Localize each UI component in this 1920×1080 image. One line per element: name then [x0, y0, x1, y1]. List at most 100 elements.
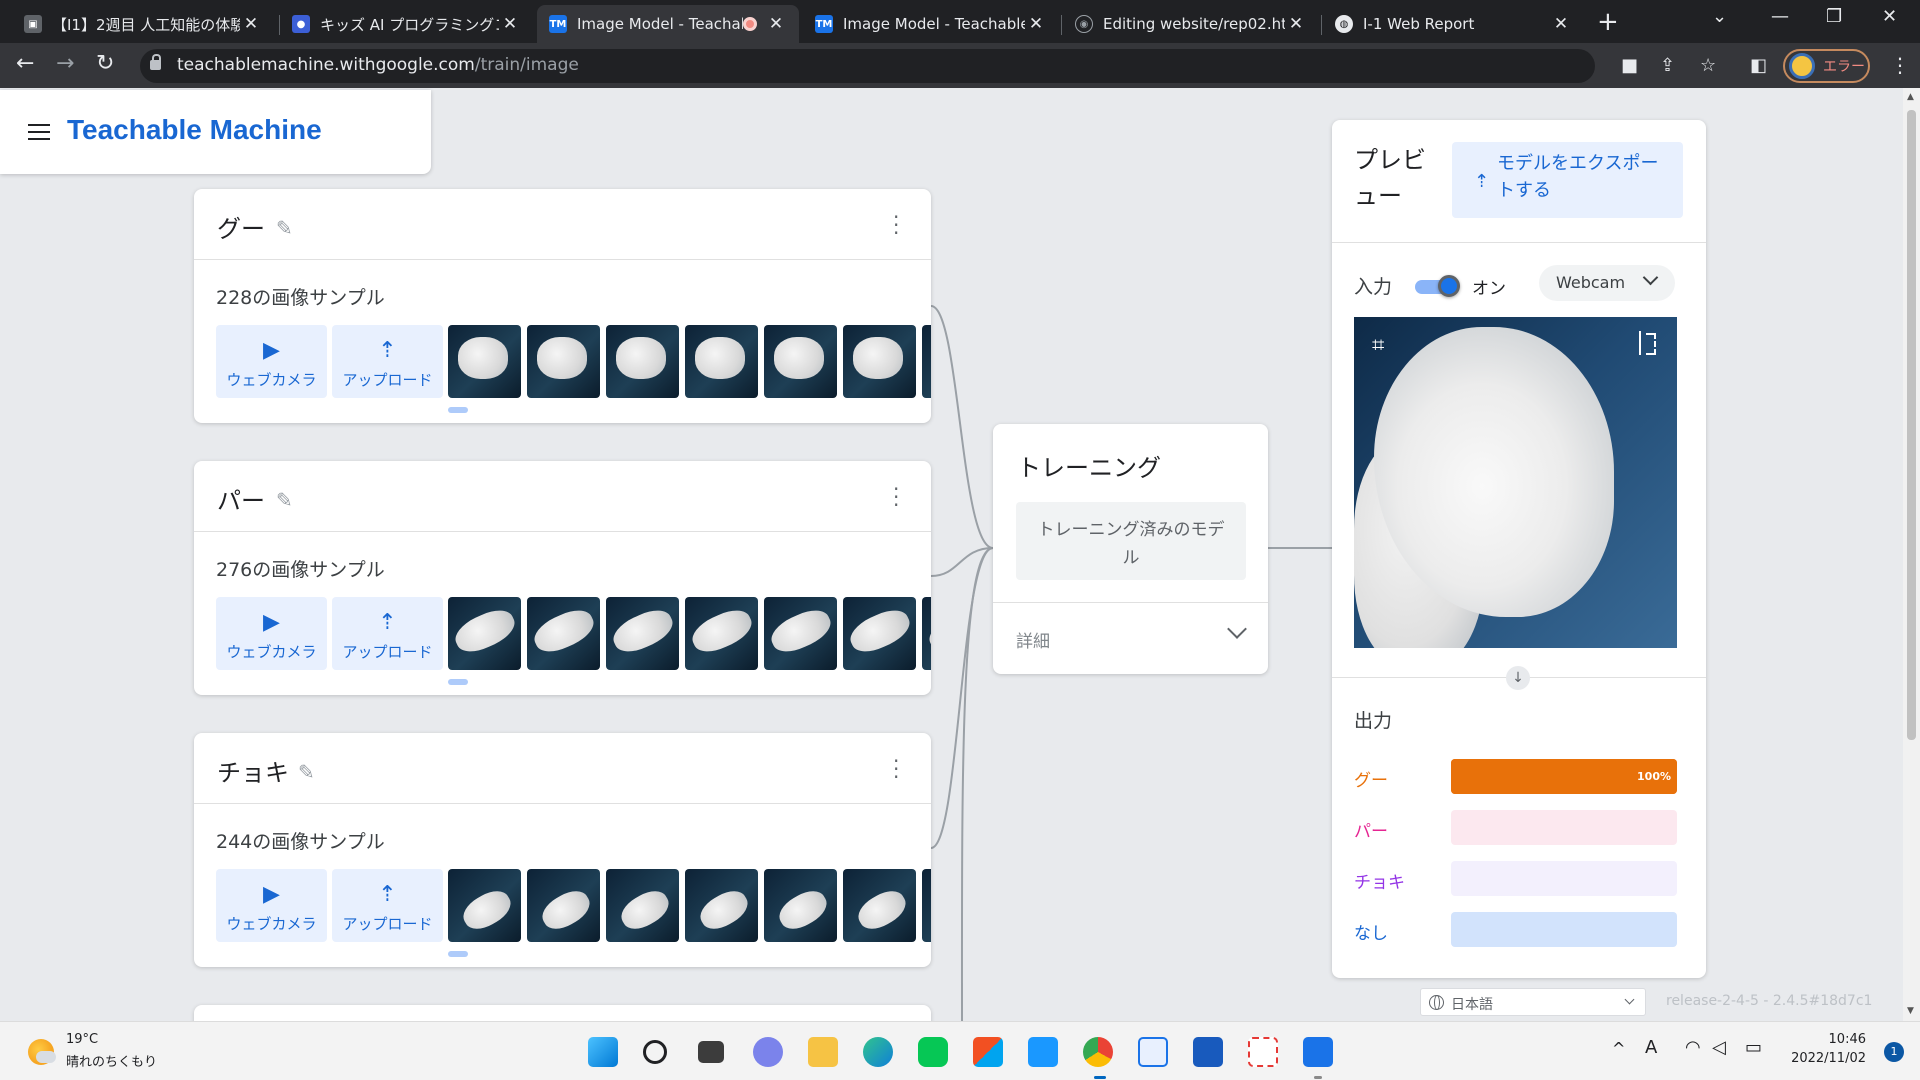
snipping-tool-icon[interactable] — [1248, 1037, 1278, 1067]
weather-icon[interactable] — [28, 1039, 56, 1065]
bookmark-star-icon[interactable]: ☆ — [1700, 55, 1716, 76]
pencil-icon[interactable]: ✎ — [298, 760, 320, 784]
more-vert-icon[interactable]: · · · — [893, 751, 899, 787]
lock-icon[interactable] — [150, 54, 161, 70]
clock-date[interactable]: 2022/11/02 — [1782, 1051, 1866, 1066]
sample-image[interactable] — [843, 325, 916, 398]
flip-icon[interactable] — [1639, 331, 1659, 355]
sample-image[interactable] — [922, 597, 931, 670]
scroll-up-icon[interactable]: ▲ — [1907, 92, 1914, 102]
sample-image[interactable] — [922, 325, 931, 398]
forward-icon[interactable]: → — [56, 51, 74, 76]
camera-in-use-icon[interactable]: ■ — [1621, 55, 1638, 76]
thumbnail-scroll-indicator[interactable] — [448, 407, 468, 413]
sample-image[interactable] — [527, 597, 600, 670]
more-vert-icon[interactable]: · · · — [893, 207, 899, 243]
page-scrollbar[interactable]: ▲ ▼ — [1903, 88, 1920, 1021]
profile-button[interactable]: エラー — [1783, 49, 1870, 83]
close-icon[interactable]: ✕ — [1285, 14, 1307, 34]
export-model-button[interactable]: ⇡ モデルをエクスポートする — [1452, 142, 1683, 218]
webcam-button[interactable]: ▶︎ ウェブカメラ — [216, 597, 327, 670]
restore-icon[interactable]: ❐ — [1826, 6, 1842, 27]
ime-icon[interactable]: A — [1645, 1037, 1657, 1058]
thumbnail-scroll-indicator[interactable] — [448, 951, 468, 957]
webcam-button[interactable]: ▶︎ ウェブカメラ — [216, 869, 327, 942]
sample-image[interactable] — [922, 869, 931, 942]
sample-image[interactable] — [606, 325, 679, 398]
speaker-muted-icon[interactable]: ◁ — [1712, 1037, 1726, 1058]
browser-menu-icon[interactable]: ⋮ — [1890, 53, 1910, 77]
reload-icon[interactable]: ↻ — [96, 51, 114, 76]
sample-image[interactable] — [527, 869, 600, 942]
sample-image[interactable] — [606, 597, 679, 670]
app-icon[interactable] — [1303, 1037, 1333, 1067]
app-title[interactable]: Teachable Machine — [67, 114, 322, 146]
sample-image[interactable] — [527, 325, 600, 398]
close-window-icon[interactable]: ✕ — [1882, 6, 1897, 27]
temperature[interactable]: 19°C — [66, 1032, 98, 1047]
language-select[interactable]: 日本語 — [1420, 988, 1646, 1016]
scroll-down-icon[interactable]: ▼ — [1907, 1006, 1914, 1016]
chevron-down-icon[interactable] — [1227, 619, 1247, 639]
class-name[interactable]: パー — [217, 481, 265, 516]
clock-time[interactable]: 10:46 — [1810, 1032, 1866, 1047]
battery-icon[interactable]: ▭ — [1745, 1037, 1762, 1058]
back-icon[interactable]: ← — [16, 51, 34, 76]
sample-image[interactable] — [448, 597, 521, 670]
sample-image[interactable] — [685, 597, 758, 670]
notification-badge[interactable]: 1 — [1884, 1042, 1904, 1062]
close-icon[interactable]: ✕ — [1550, 14, 1572, 34]
close-icon[interactable]: ✕ — [240, 14, 262, 34]
sample-image[interactable] — [843, 869, 916, 942]
search-icon[interactable] — [643, 1040, 667, 1064]
store-icon[interactable] — [973, 1037, 1003, 1067]
pencil-icon[interactable]: ✎ — [276, 488, 298, 512]
sample-image[interactable] — [448, 869, 521, 942]
side-panel-icon[interactable]: ◧ — [1750, 55, 1767, 76]
webcam-button[interactable]: ▶︎ ウェブカメラ — [216, 325, 327, 398]
browser-tab[interactable]: ● キッズ AI プログラミングコンテスト ✕ — [280, 5, 533, 43]
browser-tab-active[interactable]: TM Image Model - Teachab ✕ — [537, 5, 799, 43]
file-explorer-icon[interactable] — [808, 1037, 838, 1067]
close-icon[interactable]: ✕ — [1025, 14, 1047, 34]
edge-icon[interactable] — [863, 1037, 893, 1067]
sample-image[interactable] — [764, 869, 837, 942]
line-icon[interactable] — [918, 1037, 948, 1067]
weather-description[interactable]: 晴れのちくもり — [66, 1051, 157, 1070]
upload-button[interactable]: ⇡ アップロード — [332, 325, 443, 398]
sample-image[interactable] — [764, 325, 837, 398]
browser-tab[interactable]: TM Image Model - Teachable M ✕ — [803, 5, 1059, 43]
webcam-select[interactable]: Webcam — [1539, 265, 1675, 301]
new-tab-button[interactable]: + — [1597, 7, 1619, 37]
browser-tab[interactable]: ◉ Editing website/rep02.html ✕ — [1063, 5, 1319, 43]
sample-image[interactable] — [685, 869, 758, 942]
prime-video-icon[interactable] — [1028, 1037, 1058, 1067]
start-icon[interactable] — [588, 1037, 618, 1067]
more-vert-icon[interactable]: · · · — [893, 479, 899, 515]
scrollbar-thumb[interactable] — [1907, 110, 1916, 740]
task-view-icon[interactable] — [698, 1041, 724, 1063]
input-toggle[interactable] — [1415, 275, 1460, 297]
share-icon[interactable]: ⇪ — [1660, 55, 1675, 76]
sample-image[interactable] — [764, 597, 837, 670]
sample-image[interactable] — [843, 597, 916, 670]
thumbnail-scroll-indicator[interactable] — [448, 679, 468, 685]
word-icon[interactable] — [1193, 1037, 1223, 1067]
notepad-icon[interactable] — [1138, 1037, 1168, 1067]
sample-image[interactable] — [685, 325, 758, 398]
chat-icon[interactable] — [753, 1037, 783, 1067]
tab-search-icon[interactable]: ⌄ — [1712, 6, 1727, 27]
pencil-icon[interactable]: ✎ — [276, 216, 298, 240]
minimize-icon[interactable]: — — [1771, 6, 1789, 27]
hamburger-menu-icon[interactable] — [28, 124, 50, 140]
sample-image[interactable] — [606, 869, 679, 942]
advanced-label[interactable]: 詳細 — [1016, 627, 1050, 652]
browser-tab[interactable]: ◍ I-1 Web Report ✕ — [1323, 5, 1584, 43]
url-text[interactable]: teachablemachine.withgoogle.com/train/im… — [177, 55, 579, 75]
crop-icon[interactable]: ⌗ — [1372, 333, 1392, 358]
chevron-up-icon[interactable]: ^ — [1612, 1039, 1625, 1058]
browser-tab[interactable]: ▣ 【I1】2週目 人工知能の体験・ ✕ — [12, 5, 274, 43]
class-name[interactable]: チョキ — [217, 753, 289, 788]
chrome-icon[interactable] — [1083, 1037, 1113, 1067]
upload-button[interactable]: ⇡ アップロード — [332, 597, 443, 670]
